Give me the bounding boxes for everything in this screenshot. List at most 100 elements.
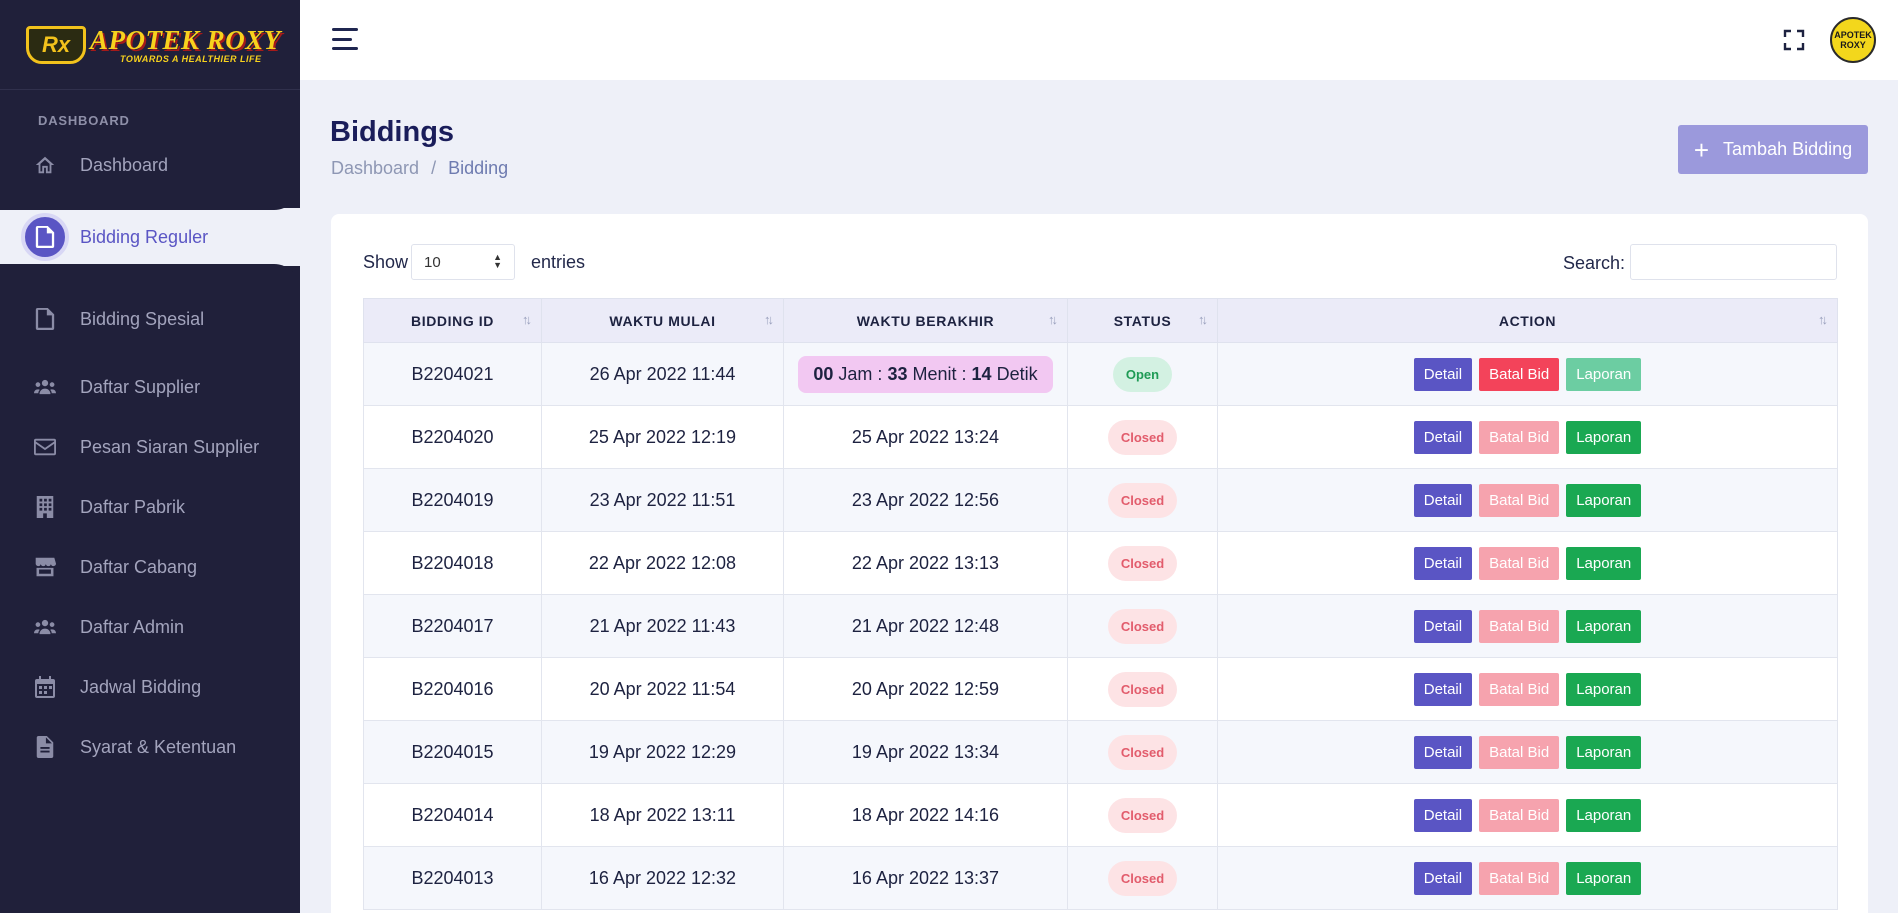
detail-button[interactable]: Detail [1413, 672, 1473, 706]
status-badge: Closed [1107, 797, 1178, 833]
laporan-button[interactable]: Laporan [1566, 798, 1642, 832]
status-badge: Open [1112, 356, 1173, 392]
sidebar-item-syarat-ketentuan[interactable]: Syarat & Ketentuan [0, 722, 300, 772]
header-label: ACTION [1498, 312, 1557, 329]
users-icon [32, 376, 58, 398]
cell-waktu-berakhir: 16 Apr 2022 13:37 [783, 846, 1068, 910]
sidebar-item-bidding-reguler[interactable]: Bidding Reguler [0, 212, 300, 262]
laporan-button[interactable]: Laporan [1566, 609, 1642, 643]
laporan-button[interactable]: Laporan [1566, 735, 1642, 769]
calendar-icon [32, 676, 58, 698]
laporan-button[interactable]: Laporan [1566, 357, 1642, 391]
sidebar-item-pesan-siaran-supplier[interactable]: Pesan Siaran Supplier [0, 422, 300, 472]
document-icon [32, 736, 58, 758]
countdown-timer: 00 Jam : 33 Menit : 14 Detik [798, 355, 1053, 393]
top-bar: APOTEK ROXY [300, 0, 1898, 80]
column-header-status[interactable]: STATUS ↑↓ [1067, 298, 1218, 343]
sidebar-item-daftar-cabang[interactable]: Daftar Cabang [0, 542, 300, 592]
detail-button[interactable]: Detail [1413, 546, 1473, 580]
table-row: B2204017 21 Apr 2022 11:43 21 Apr 2022 1… [363, 594, 1838, 658]
entries-per-page-select[interactable]: 10 ▲ ▼ [411, 244, 515, 280]
cell-bidding-id: B2204018 [363, 531, 542, 595]
cell-waktu-mulai: 25 Apr 2022 12:19 [541, 405, 784, 469]
entries-label: entries [531, 252, 586, 272]
sidebar-item-label: Bidding Reguler [80, 226, 209, 247]
countdown-hours: 00 [813, 363, 834, 384]
laporan-button[interactable]: Laporan [1566, 420, 1642, 454]
cell-waktu-berakhir: 22 Apr 2022 13:13 [783, 531, 1068, 595]
batal-bid-button[interactable]: Batal Bid [1479, 483, 1560, 517]
table-row: B2204014 18 Apr 2022 13:11 18 Apr 2022 1… [363, 783, 1838, 847]
detail-button[interactable]: Detail [1413, 798, 1473, 832]
cell-waktu-berakhir: 18 Apr 2022 14:16 [783, 783, 1068, 847]
sidebar-item-dashboard[interactable]: Dashboard [0, 140, 300, 190]
batal-bid-button[interactable]: Batal Bid [1479, 861, 1560, 895]
column-header-waktu-berakhir[interactable]: WAKTU BERAKHIR ↑↓ [783, 298, 1068, 343]
detail-button[interactable]: Detail [1413, 357, 1473, 391]
countdown-minutes: 33 [887, 363, 908, 384]
batal-bid-button[interactable]: Batal Bid [1479, 798, 1560, 832]
add-bidding-label: Tambah Bidding [1723, 139, 1853, 159]
add-bidding-button[interactable]: + Tambah Bidding [1678, 125, 1868, 174]
sidebar-item-daftar-admin[interactable]: Daftar Admin [0, 602, 300, 652]
column-header-action[interactable]: ACTION ↑↓ [1217, 298, 1838, 343]
cell-waktu-mulai: 16 Apr 2022 12:32 [541, 846, 784, 910]
avatar[interactable]: APOTEK ROXY [1830, 17, 1876, 63]
status-badge: Closed [1107, 734, 1178, 770]
fullscreen-icon[interactable] [1782, 28, 1806, 52]
cell-waktu-berakhir: 25 Apr 2022 13:24 [783, 405, 1068, 469]
laporan-button[interactable]: Laporan [1566, 672, 1642, 706]
avatar-text-line1: APOTEK [1834, 30, 1872, 40]
cell-waktu-mulai: 18 Apr 2022 13:11 [541, 783, 784, 847]
sidebar-item-label: Daftar Pabrik [80, 496, 186, 517]
cell-status: Closed [1067, 405, 1218, 469]
envelope-icon [32, 436, 58, 458]
batal-bid-button[interactable]: Batal Bid [1479, 735, 1560, 769]
cell-bidding-id: B2204021 [363, 342, 542, 406]
batal-bid-button[interactable]: Batal Bid [1479, 546, 1560, 580]
column-header-waktu-mulai[interactable]: WAKTU MULAI ↑↓ [541, 298, 784, 343]
batal-bid-button[interactable]: Batal Bid [1479, 420, 1560, 454]
brand-name: APOTEK ROXY [90, 24, 281, 55]
laporan-button[interactable]: Laporan [1566, 546, 1642, 580]
cell-waktu-berakhir: 19 Apr 2022 13:34 [783, 720, 1068, 784]
biddings-card: Show 10 ▲ ▼ entries Search: BIDDING ID ↑↓ … [331, 214, 1868, 913]
search-label: Search: [1563, 253, 1626, 273]
brand-logo[interactable]: Rx APOTEK ROXY TOWARDS A HEALTHIER LIFE [26, 24, 281, 64]
laporan-button[interactable]: Laporan [1566, 483, 1642, 517]
status-badge: Closed [1107, 860, 1178, 896]
search-input[interactable] [1630, 244, 1837, 280]
status-badge: Closed [1107, 482, 1178, 518]
detail-button[interactable]: Detail [1413, 735, 1473, 769]
menu-toggle-icon[interactable] [332, 28, 358, 50]
table-header-row: BIDDING ID ↑↓ WAKTU MULAI ↑↓ WAKTU BERAKHI… [363, 298, 1838, 343]
breadcrumb-item-dashboard[interactable]: Dashboard [331, 158, 419, 179]
cell-waktu-mulai: 23 Apr 2022 11:51 [541, 468, 784, 532]
header-label: WAKTU BERAKHIR [856, 312, 995, 329]
cell-waktu-berakhir: 00 Jam : 33 Menit : 14 Detik [783, 342, 1068, 406]
sidebar-item-jadwal-bidding[interactable]: Jadwal Bidding [0, 662, 300, 712]
countdown-seconds-label: Detik [996, 363, 1038, 384]
cell-waktu-mulai: 21 Apr 2022 11:43 [541, 594, 784, 658]
table-row: B2204016 20 Apr 2022 11:54 20 Apr 2022 1… [363, 657, 1838, 721]
cell-waktu-mulai: 20 Apr 2022 11:54 [541, 657, 784, 721]
detail-button[interactable]: Detail [1413, 420, 1473, 454]
mortar-rx-icon: Rx [26, 25, 86, 64]
laporan-button[interactable]: Laporan [1566, 861, 1642, 895]
biddings-table: BIDDING ID ↑↓ WAKTU MULAI ↑↓ WAKTU BERAKHI… [363, 298, 1838, 910]
sidebar-item-daftar-supplier[interactable]: Daftar Supplier [0, 362, 300, 412]
batal-bid-button[interactable]: Batal Bid [1479, 672, 1560, 706]
sidebar-item-label: Daftar Cabang [80, 556, 198, 577]
sidebar-item-label: Dashboard [80, 154, 169, 175]
header-label: BIDDING ID [411, 312, 494, 329]
sort-icon: ↑↓ [1198, 312, 1208, 327]
sidebar-item-daftar-pabrik[interactable]: Daftar Pabrik [0, 482, 300, 532]
batal-bid-button[interactable]: Batal Bid [1479, 357, 1560, 391]
batal-bid-button[interactable]: Batal Bid [1479, 609, 1560, 643]
detail-button[interactable]: Detail [1413, 861, 1473, 895]
cell-action: Detail Batal Bid Laporan [1217, 846, 1838, 910]
column-header-bidding-id[interactable]: BIDDING ID ↑↓ [363, 298, 542, 343]
detail-button[interactable]: Detail [1413, 483, 1473, 517]
detail-button[interactable]: Detail [1413, 609, 1473, 643]
sidebar-item-bidding-spesial[interactable]: Bidding Spesial [0, 294, 300, 344]
